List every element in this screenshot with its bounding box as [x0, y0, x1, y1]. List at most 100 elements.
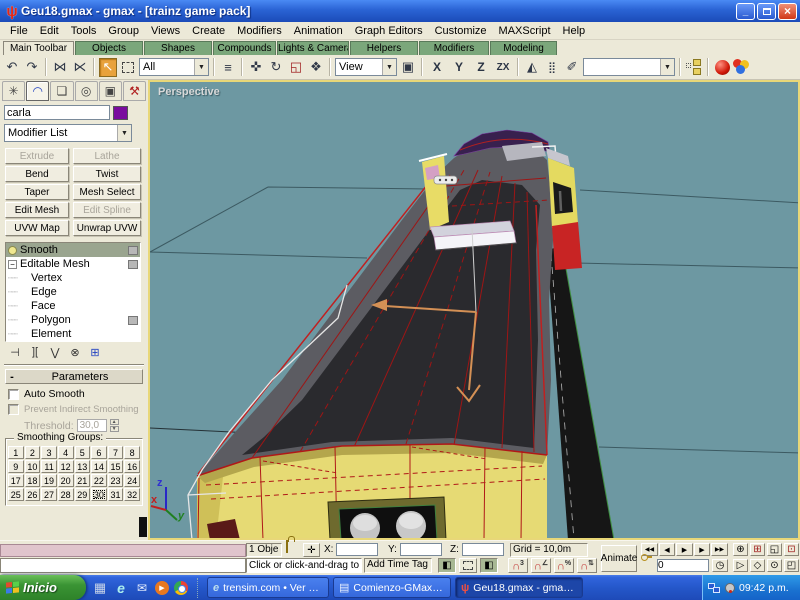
- crossing-toggle-button[interactable]: ◧: [480, 558, 498, 573]
- smoothing-group-27[interactable]: 27: [41, 488, 57, 501]
- menu-edit[interactable]: Edit: [34, 24, 65, 38]
- menu-maxscript[interactable]: MAXScript: [493, 24, 557, 38]
- stack-subobject-polygon[interactable]: ┈┈ Polygon: [6, 313, 140, 327]
- dropdown-arrow-icon[interactable]: ▼: [117, 125, 131, 141]
- smoothing-group-29[interactable]: 29: [75, 488, 91, 501]
- smoothing-group-28[interactable]: 28: [58, 488, 74, 501]
- undo-button[interactable]: ↶: [3, 58, 21, 77]
- menu-customize[interactable]: Customize: [429, 24, 493, 38]
- stack-item-smooth[interactable]: Smooth: [6, 243, 140, 257]
- restrict-plane-button[interactable]: ZX: [493, 58, 513, 77]
- smoothing-group-25[interactable]: 25: [8, 488, 24, 501]
- edit-mesh-button[interactable]: Edit Mesh: [5, 202, 69, 218]
- task-trensim[interactable]: e trensim.com • Ver Te...: [207, 577, 329, 598]
- collapse-tree-icon[interactable]: −: [8, 260, 17, 269]
- calculator-icon[interactable]: ▦: [92, 580, 108, 596]
- tab-objects[interactable]: Objects: [75, 41, 143, 55]
- restrict-x-button[interactable]: X: [427, 58, 447, 77]
- maxscript-listener-bar[interactable]: [0, 558, 246, 573]
- smoothing-group-10[interactable]: 10: [25, 460, 41, 473]
- smoothing-group-11[interactable]: 11: [41, 460, 57, 473]
- network-tray-icon[interactable]: [708, 583, 721, 593]
- smoothing-group-5[interactable]: 5: [75, 446, 91, 459]
- tab-modeling[interactable]: Modeling: [490, 41, 557, 55]
- select-object-button[interactable]: ↖: [99, 58, 117, 77]
- absolute-mode-button[interactable]: ✛: [303, 543, 320, 557]
- modify-panel-tab[interactable]: ◠: [26, 81, 49, 101]
- play-button[interactable]: ▶: [676, 543, 693, 556]
- min-max-toggle-button[interactable]: ◰: [784, 559, 799, 572]
- dotted-region-button[interactable]: [459, 558, 477, 573]
- mirror-button[interactable]: ◭: [523, 58, 541, 77]
- smoothing-group-4[interactable]: 4: [58, 446, 74, 459]
- zoom-extents-button[interactable]: ◱: [767, 543, 782, 556]
- add-time-tag[interactable]: Add Time Tag: [364, 558, 432, 573]
- select-and-scale-button[interactable]: ◱: [287, 58, 305, 77]
- named-selection-button[interactable]: ✐: [563, 58, 581, 77]
- stack-subobject-element[interactable]: ┈┈ Element: [6, 327, 140, 341]
- smoothing-group-16[interactable]: 16: [124, 460, 140, 473]
- collapse-rollout-icon[interactable]: -: [6, 371, 18, 383]
- parameters-rollout-header[interactable]: - Parameters: [5, 369, 143, 384]
- current-frame-field[interactable]: [657, 559, 709, 572]
- bend-button[interactable]: Bend: [5, 166, 69, 182]
- smoothing-group-7[interactable]: 7: [108, 446, 124, 459]
- menu-views[interactable]: Views: [145, 24, 186, 38]
- field-of-view-button[interactable]: ▷: [733, 559, 748, 572]
- smoothing-group-12[interactable]: 12: [58, 460, 74, 473]
- schematic-view-button[interactable]: [685, 58, 703, 77]
- tab-modifiers[interactable]: Modifiers: [419, 41, 489, 55]
- smoothing-group-14[interactable]: 14: [91, 460, 107, 473]
- tab-helpers[interactable]: Helpers: [350, 41, 418, 55]
- minimize-button[interactable]: _: [736, 3, 755, 20]
- display-panel-tab[interactable]: ▣: [99, 81, 122, 101]
- create-panel-tab[interactable]: ✳: [2, 81, 25, 101]
- menu-animation[interactable]: Animation: [288, 24, 349, 38]
- tab-shapes[interactable]: Shapes: [144, 41, 212, 55]
- smoothing-group-26[interactable]: 26: [25, 488, 41, 501]
- pan-button[interactable]: ◇: [750, 559, 765, 572]
- modifier-list-combo[interactable]: Modifier List ▼: [4, 124, 132, 142]
- smoothing-group-23[interactable]: 23: [108, 474, 124, 487]
- volume-tray-icon[interactable]: [725, 583, 735, 593]
- restore-button[interactable]: [757, 3, 776, 20]
- menu-graph-editors[interactable]: Graph Editors: [349, 24, 429, 38]
- dropdown-arrow-icon[interactable]: ▼: [660, 59, 674, 75]
- start-button[interactable]: Inicio: [0, 575, 86, 600]
- smoothing-group-9[interactable]: 9: [8, 460, 24, 473]
- mail-icon[interactable]: ✉: [134, 580, 150, 596]
- menu-modifiers[interactable]: Modifiers: [231, 24, 288, 38]
- z-coord-field[interactable]: [462, 543, 504, 556]
- utilities-panel-tab[interactable]: ⚒: [123, 81, 146, 101]
- select-by-name-button[interactable]: ≡: [219, 58, 237, 77]
- smoothing-group-24[interactable]: 24: [124, 474, 140, 487]
- smoothing-group-20[interactable]: 20: [58, 474, 74, 487]
- smoothing-group-2[interactable]: 2: [25, 446, 41, 459]
- dropdown-arrow-icon[interactable]: ▼: [194, 59, 208, 75]
- select-and-rotate-button[interactable]: ↻: [267, 58, 285, 77]
- dropdown-arrow-icon[interactable]: ▼: [382, 59, 396, 75]
- snap-3d-button[interactable]: ∩3: [508, 558, 528, 573]
- stack-subobject-face[interactable]: ┈┈ Face: [6, 299, 140, 313]
- task-gmax[interactable]: ψ Geu18.gmax - gmax -...: [455, 577, 583, 598]
- close-button[interactable]: ×: [778, 3, 797, 20]
- zoom-button[interactable]: ⊕: [733, 543, 748, 556]
- restrict-y-button[interactable]: Y: [449, 58, 469, 77]
- array-button[interactable]: ⣿: [543, 58, 561, 77]
- smoothing-group-19[interactable]: 19: [41, 474, 57, 487]
- smoothing-group-15[interactable]: 15: [108, 460, 124, 473]
- menu-file[interactable]: File: [4, 24, 34, 38]
- use-center-button[interactable]: ▣: [399, 58, 417, 77]
- zoom-all-button[interactable]: ⊞: [750, 543, 765, 556]
- y-coord-field[interactable]: [400, 543, 442, 556]
- redo-button[interactable]: ↷: [23, 58, 41, 77]
- smoothing-group-17[interactable]: 17: [8, 474, 24, 487]
- menu-create[interactable]: Create: [186, 24, 231, 38]
- hierarchy-panel-tab[interactable]: ❏: [50, 81, 73, 101]
- modifier-bulb-icon[interactable]: [8, 246, 17, 255]
- media-player-icon[interactable]: ▶: [155, 581, 169, 595]
- make-unique-button[interactable]: ⋁: [48, 346, 62, 359]
- smoothing-group-32[interactable]: 32: [124, 488, 140, 501]
- smoothing-group-3[interactable]: 3: [41, 446, 57, 459]
- chrome-icon[interactable]: [174, 581, 188, 595]
